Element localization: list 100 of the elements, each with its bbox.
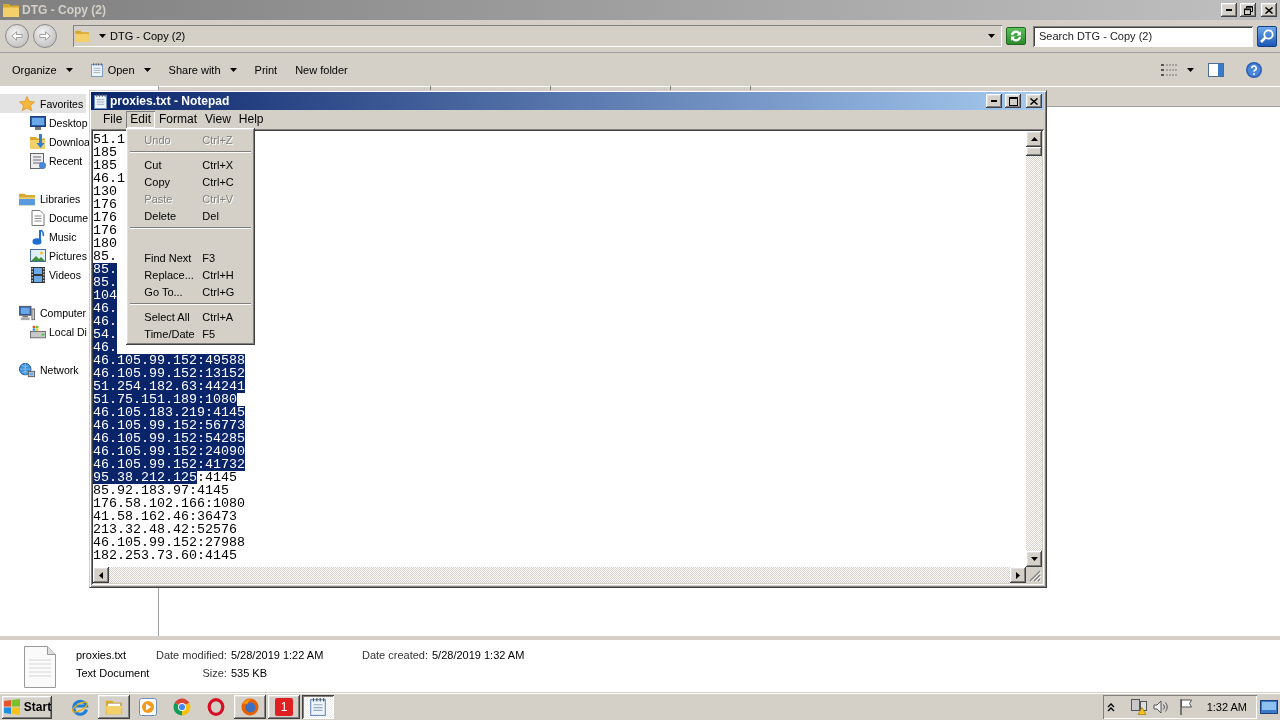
close-icon — [1030, 97, 1038, 105]
menu-item[interactable]: Time/Date F5 — [129, 325, 253, 342]
network-icon — [19, 361, 35, 378]
nav-item[interactable]: Recent — [0, 151, 86, 170]
detail-value: 5/28/2019 1:32 AM — [432, 649, 525, 661]
menu-item[interactable]: File — [99, 111, 127, 128]
close-button[interactable] — [1026, 94, 1042, 108]
search-field[interactable]: Search DTG - Copy (2) — [1033, 25, 1253, 47]
text-line: 185 — [93, 159, 117, 172]
text-line: 46.105.99.152:27988 — [93, 536, 245, 549]
network-warning-icon[interactable] — [1129, 699, 1148, 715]
firefox-icon — [241, 698, 259, 716]
scroll-left-button[interactable] — [93, 567, 109, 583]
nav-item[interactable]: Pictures — [0, 246, 90, 265]
toolbar-button[interactable]: Print — [248, 57, 284, 82]
flag-icon[interactable] — [1178, 699, 1193, 715]
scroll-thumb[interactable] — [1026, 147, 1042, 156]
refresh-icon — [1009, 30, 1023, 42]
search-button[interactable] — [1257, 25, 1277, 47]
chevron-up-icon — [1106, 702, 1115, 712]
forward-button[interactable] — [33, 24, 57, 48]
right-triangle-icon — [1016, 571, 1020, 579]
nav-item[interactable]: Network — [0, 360, 82, 379]
monitor-icon — [30, 115, 46, 130]
menu-item[interactable]: Cut Ctrl+X — [129, 156, 253, 173]
menu-item[interactable]: Help — [234, 111, 268, 128]
breadcrumb-item[interactable]: DTG - Copy (2) — [110, 30, 186, 42]
scroll-down-button[interactable] — [1026, 551, 1042, 567]
nav-item[interactable]: Local Di — [0, 322, 90, 341]
minimize-button[interactable] — [986, 94, 1002, 108]
caret-icon — [987, 34, 995, 38]
nav-item[interactable]: Favorites — [0, 94, 87, 113]
close-icon — [1265, 6, 1273, 14]
toolbar-button[interactable]: Open — [84, 57, 157, 82]
menu-item[interactable]: Select All Ctrl+A — [129, 308, 253, 325]
menu-item[interactable]: Format — [155, 111, 202, 128]
speaker-icon[interactable] — [1152, 700, 1169, 714]
restore-button[interactable] — [1240, 3, 1256, 17]
notepad-icon — [94, 93, 107, 109]
text-line: 176 — [93, 211, 117, 224]
taskbar-button[interactable]: 1 — [268, 695, 300, 719]
nav-item[interactable]: Docume — [0, 208, 92, 227]
back-button[interactable] — [5, 24, 29, 48]
menu-item[interactable]: Go To... Ctrl+G — [129, 283, 253, 300]
text-line: 130 — [93, 185, 117, 198]
menu-item[interactable]: Edit — [126, 111, 156, 128]
menu-item[interactable]: Copy Ctrl+C — [129, 173, 253, 190]
toolbar-button[interactable]: New folder — [289, 57, 354, 82]
desktop-icon — [1260, 700, 1278, 714]
right-arrow-icon — [39, 31, 51, 41]
scroll-up-button[interactable] — [1026, 131, 1042, 147]
taskbar-button[interactable] — [234, 695, 266, 719]
caret-icon — [1187, 67, 1194, 72]
menu-item[interactable]: Replace... Ctrl+H — [129, 266, 253, 283]
nav-item[interactable]: Computer — [0, 303, 90, 322]
address-bar[interactable]: DTG - Copy (2) — [73, 25, 1002, 47]
caret-icon — [99, 34, 106, 38]
down-triangle-icon — [1030, 557, 1038, 561]
chrome-icon — [173, 698, 191, 716]
browser-e-icon — [71, 698, 89, 716]
nav-item[interactable]: Libraries — [0, 189, 84, 208]
resize-grip-icon — [1029, 570, 1041, 582]
text-line: 182.253.73.60:4145 — [93, 549, 237, 562]
text-line: 41.58.162.46:36473 — [93, 510, 237, 523]
restore-icon — [1243, 5, 1253, 15]
toolbar-button[interactable]: Organize — [6, 57, 79, 82]
detail-value: 535 KB — [230, 667, 269, 679]
hard-drive-icon — [30, 324, 46, 339]
scroll-right-button[interactable] — [1010, 567, 1026, 583]
minimize-button[interactable] — [1221, 3, 1237, 17]
nav-item[interactable]: Downloa — [0, 132, 93, 151]
text-line: 176 — [93, 224, 117, 237]
nav-item[interactable]: Desktop — [0, 113, 91, 132]
window-title: proxies.txt - Notepad — [110, 94, 230, 108]
close-button[interactable] — [1261, 3, 1277, 17]
detail-value: 5/28/2019 1:22 AM — [230, 649, 325, 661]
minimize-icon — [1226, 9, 1232, 11]
toolbar-button[interactable]: Share with — [162, 57, 243, 82]
text-line: 176 — [93, 198, 117, 211]
file-icon — [24, 646, 56, 688]
menu-item[interactable]: Find Next F3 — [129, 249, 253, 266]
nav-item[interactable]: Videos — [0, 265, 84, 284]
taskbar-button[interactable] — [302, 695, 334, 719]
clock[interactable]: 1:32 AM — [1206, 701, 1247, 713]
taskbar-button[interactable] — [98, 695, 130, 719]
menu-item[interactable]: Delete Del — [129, 207, 253, 224]
menu-item[interactable]: View — [201, 111, 235, 128]
start-button[interactable]: Start — [2, 695, 52, 719]
left-triangle-icon — [99, 571, 103, 579]
detail-label: Date modified: — [156, 649, 227, 661]
maximize-button[interactable] — [1005, 94, 1021, 108]
text-line: 85.92.183.97:4145 — [93, 484, 229, 497]
file-type: Text Document — [76, 667, 151, 679]
nav-item[interactable]: Music — [0, 227, 80, 246]
refresh-button[interactable] — [1006, 27, 1026, 45]
folder-icon — [75, 30, 89, 42]
document-icon — [30, 209, 46, 226]
detail-label: Size: — [201, 667, 227, 679]
file-name: proxies.txt — [76, 649, 128, 661]
notepad-icon — [309, 698, 327, 716]
